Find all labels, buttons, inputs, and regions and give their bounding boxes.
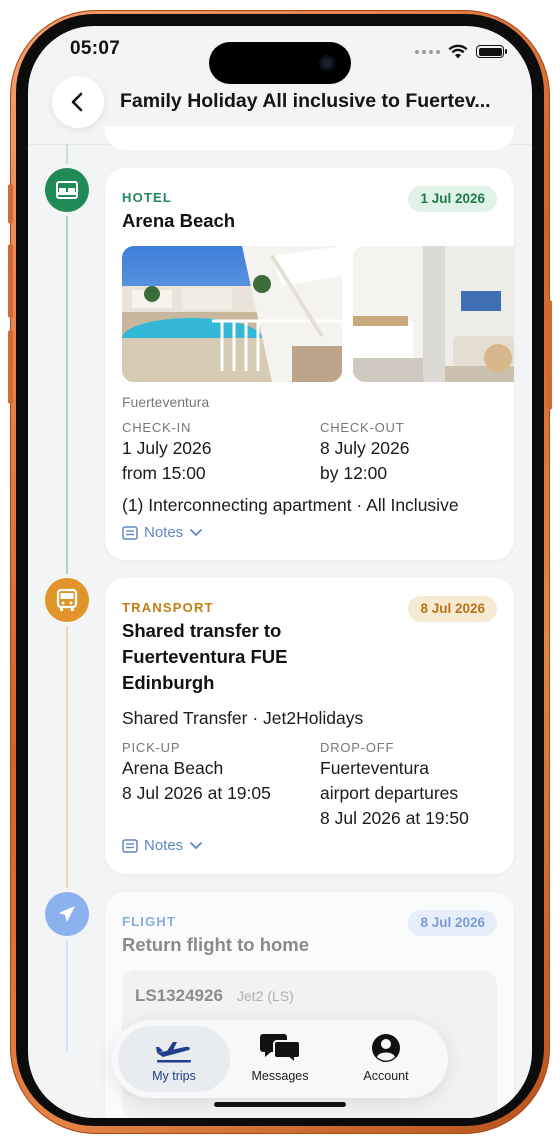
card-title: Return flight to home	[122, 934, 310, 955]
chat-bubbles-icon	[260, 1034, 300, 1063]
nav-messages[interactable]: Messages	[224, 1026, 336, 1092]
pickup-place: Arena Beach	[122, 758, 224, 778]
chevron-left-icon	[71, 92, 83, 112]
bottom-navigation: My trips Messages Account	[112, 1020, 448, 1098]
screen: 05:07 Family Holiday All inclusive to Fu…	[28, 26, 532, 1118]
back-button[interactable]	[52, 76, 104, 128]
timeline-line	[66, 932, 68, 1052]
checkout-time: by 12:00	[320, 463, 388, 483]
card-type-label: FLIGHT	[122, 914, 177, 929]
checkin-date: 1 July 2026	[122, 438, 212, 458]
checkout-label: CHECK-OUT	[320, 420, 405, 435]
hotel-photo-room[interactable]	[353, 246, 514, 382]
bed-icon	[56, 181, 78, 199]
date-badge: 8 Jul 2026	[408, 910, 497, 936]
notes-toggle[interactable]: Notes	[122, 524, 203, 541]
hotel-marker	[45, 168, 89, 212]
date-badge: 8 Jul 2026	[408, 596, 497, 622]
transport-card[interactable]: TRANSPORT 8 Jul 2026 Shared transfer to …	[105, 578, 514, 874]
nav-label: My trips	[152, 1069, 196, 1083]
pickup-time: 8 Jul 2026 at 19:05	[122, 783, 271, 803]
battery-icon	[476, 45, 507, 58]
timeline-line	[66, 216, 68, 588]
card-title-line-2: Fuerteventura FUE	[122, 646, 288, 667]
camera-icon	[319, 55, 335, 71]
transfer-subtitle: Shared Transfer · Jet2Holidays	[122, 708, 364, 728]
checkin-time: from 15:00	[122, 463, 206, 483]
card-title-line-1: Shared transfer to	[122, 620, 282, 641]
page-title: Family Holiday All inclusive to Fuertev.…	[120, 90, 491, 112]
chevron-down-icon	[190, 528, 203, 536]
notes-icon	[122, 838, 138, 853]
notes-label: Notes	[144, 524, 184, 541]
checkin-label: CHECK-IN	[122, 420, 192, 435]
notes-icon	[122, 525, 138, 540]
hotel-photo-pool[interactable]	[122, 246, 342, 382]
nav-account[interactable]: Account	[330, 1026, 442, 1092]
notes-label: Notes	[144, 837, 184, 854]
hotel-card[interactable]: HOTEL 1 Jul 2026 Arena Beach Fuerteventu…	[105, 168, 514, 560]
pickup-label: PICK-UP	[122, 740, 181, 755]
transport-marker	[45, 578, 89, 622]
status-icons	[415, 44, 507, 59]
timeline-line	[66, 622, 68, 906]
card-type-label: TRANSPORT	[122, 600, 214, 615]
volume-down-button	[8, 330, 13, 404]
card-type-label: HOTEL	[122, 190, 173, 205]
flight-marker	[45, 892, 89, 936]
wifi-icon	[448, 44, 468, 59]
plane-icon	[156, 1042, 191, 1063]
room-description: (1) Interconnecting apartment · All Incl…	[122, 495, 459, 515]
date-badge: 1 Jul 2026	[408, 186, 497, 212]
paper-plane-icon	[59, 906, 75, 922]
card-title-line-3: Edinburgh	[122, 672, 215, 693]
home-indicator	[214, 1102, 346, 1107]
mute-switch	[8, 184, 13, 224]
chevron-down-icon	[190, 841, 203, 849]
volume-up-button	[8, 244, 13, 318]
card-title: Arena Beach	[122, 210, 236, 231]
nav-my-trips[interactable]: My trips	[118, 1026, 230, 1092]
dropoff-place-line-2: airport departures	[320, 783, 459, 803]
previous-card[interactable]	[105, 126, 514, 150]
power-button	[547, 300, 552, 410]
nav-label: Account	[363, 1069, 409, 1083]
airline: Jet2 (LS)	[237, 988, 294, 1004]
dropoff-time: 8 Jul 2026 at 19:50	[320, 808, 469, 828]
dropoff-label: DROP-OFF	[320, 740, 395, 755]
notes-toggle[interactable]: Notes	[122, 837, 203, 854]
nav-label: Messages	[251, 1069, 309, 1083]
hotel-location: Fuerteventura	[122, 394, 210, 410]
flight-number: LS1324926	[135, 986, 223, 1005]
user-circle-icon	[372, 1034, 400, 1062]
signal-icon	[415, 49, 440, 54]
bus-icon	[56, 588, 78, 611]
dropoff-place-line-1: Fuerteventura	[320, 758, 429, 778]
checkout-date: 8 July 2026	[320, 438, 410, 458]
status-time: 05:07	[70, 38, 121, 59]
